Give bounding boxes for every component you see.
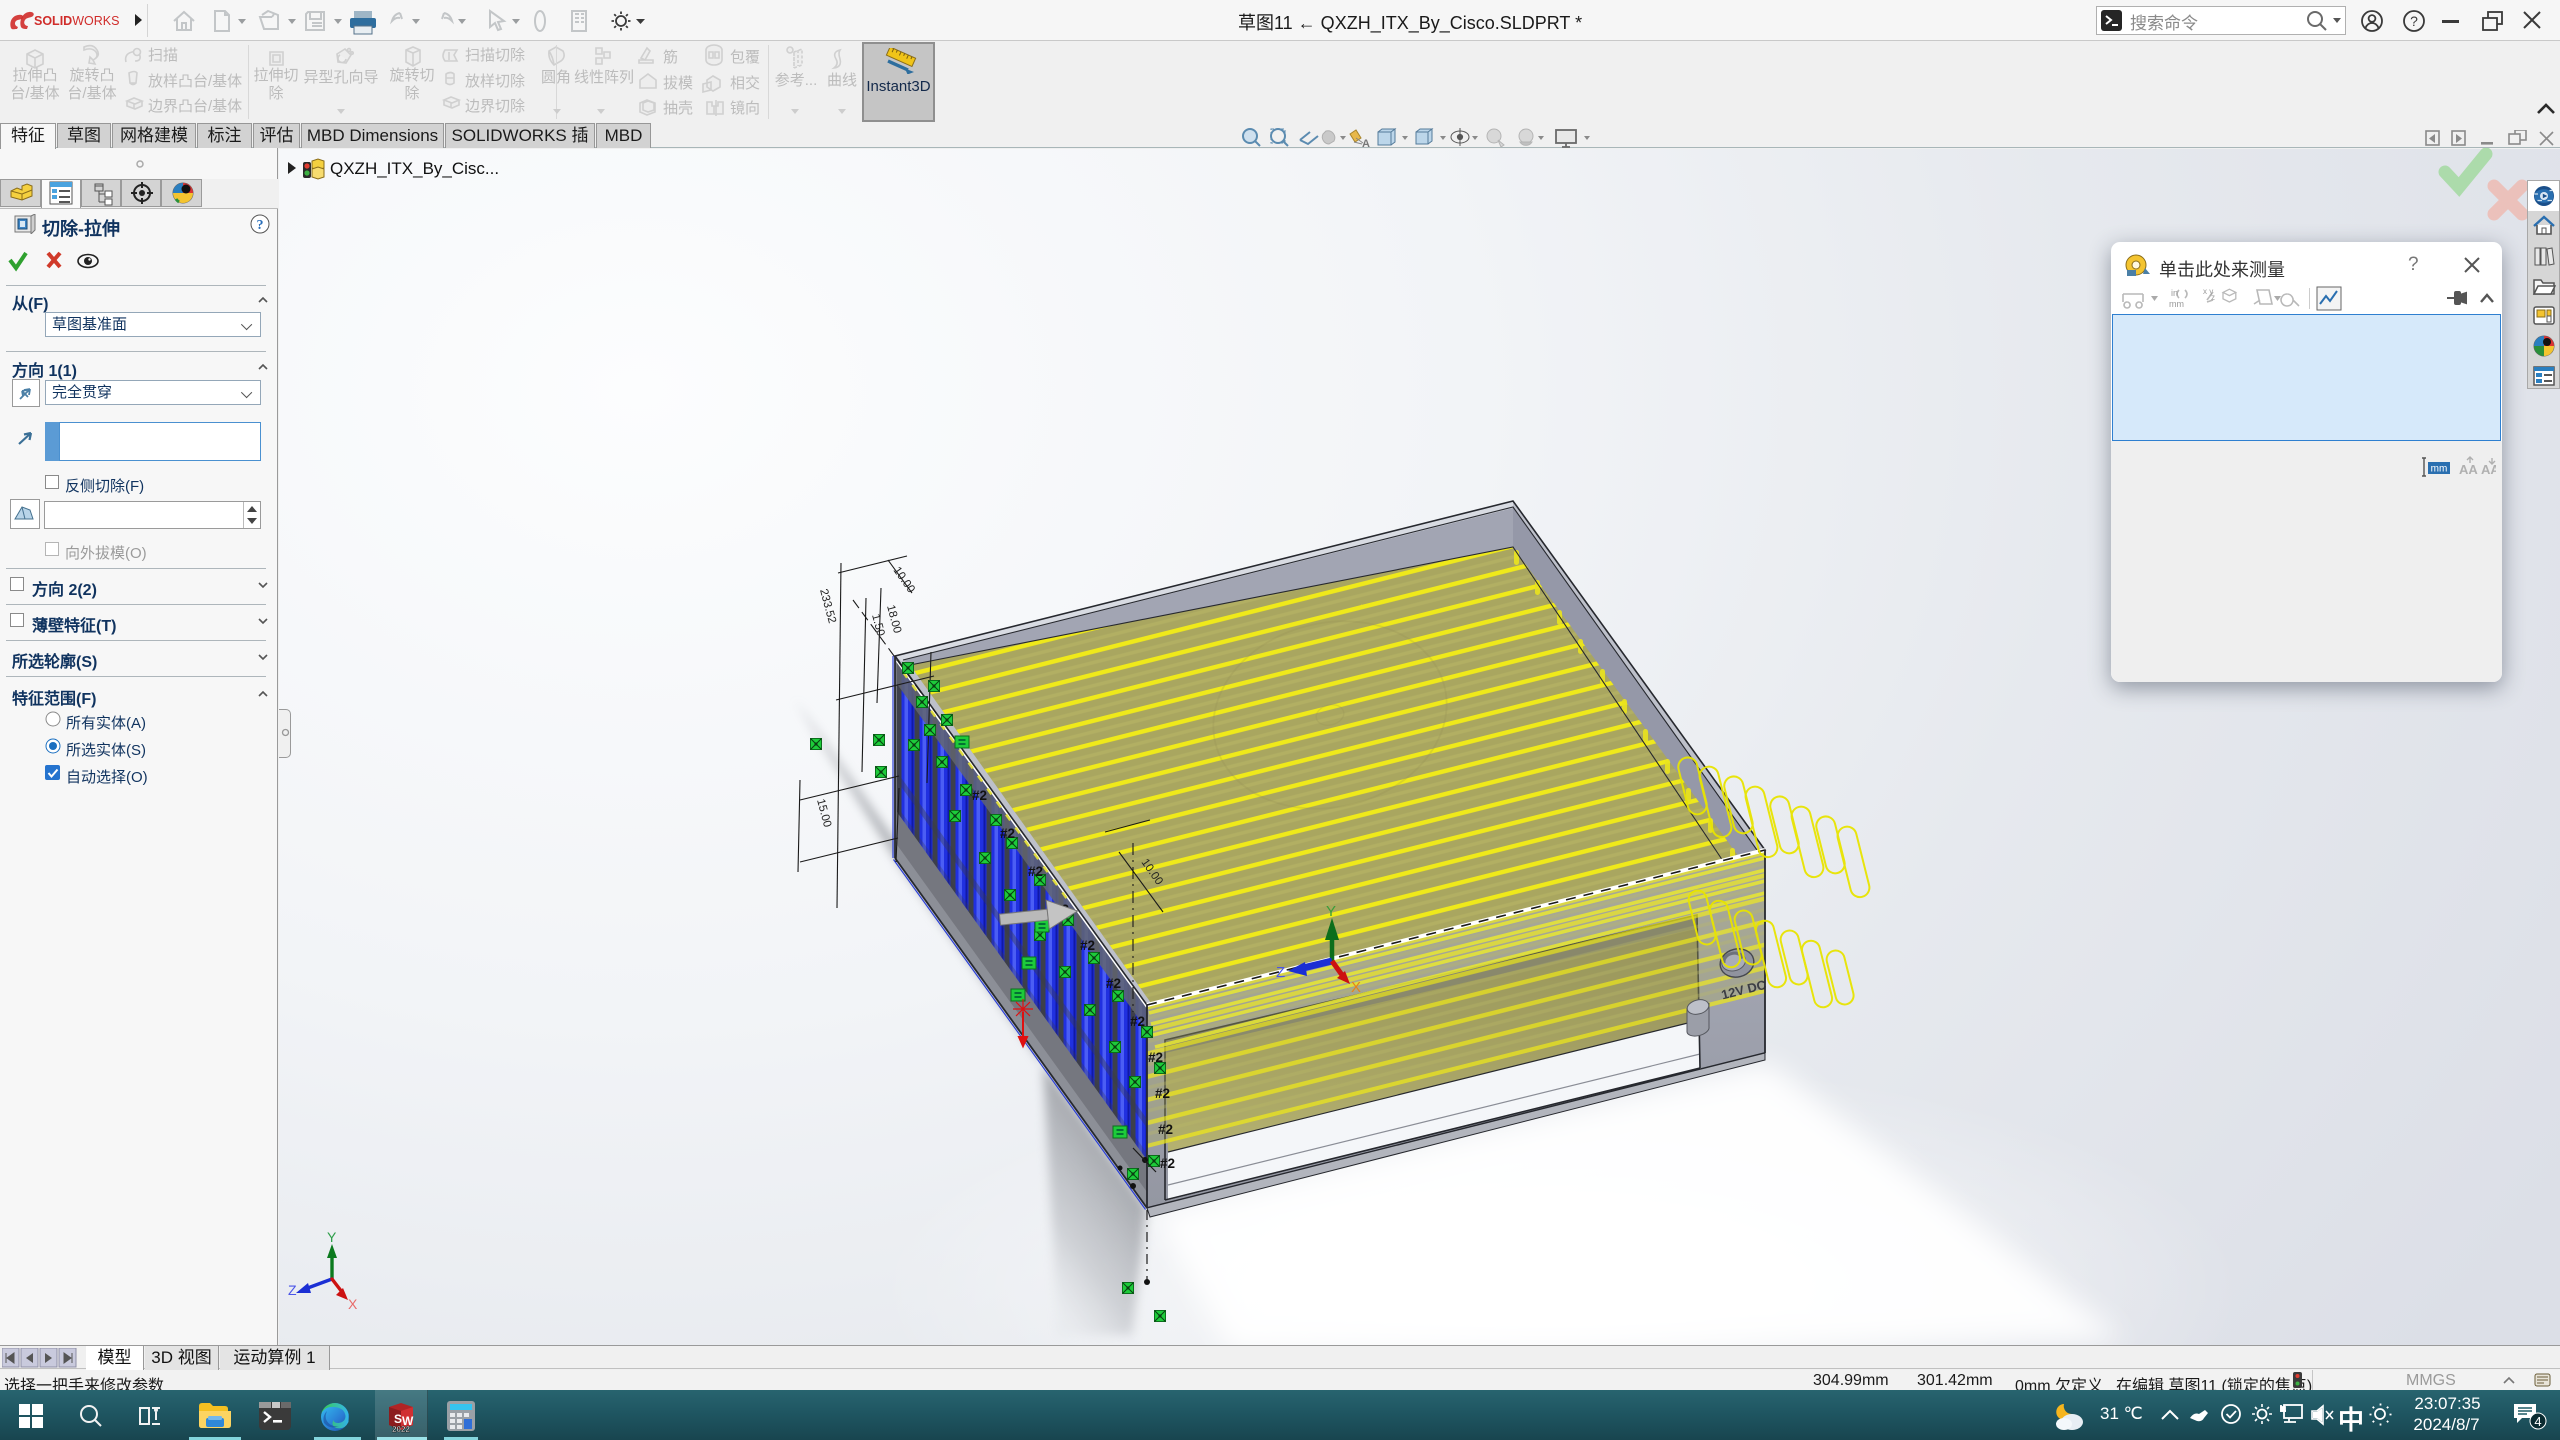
svg-text:Y: Y (1326, 903, 1336, 920)
svg-text:1.50: 1.50 (869, 613, 886, 638)
svg-text:#2: #2 (1106, 976, 1121, 991)
svg-text:Z: Z (1276, 964, 1285, 981)
svg-text:#2: #2 (972, 788, 987, 803)
svg-text:QXZH_ITX_By_Cisc...: QXZH_ITX_By_Cisc... (330, 159, 499, 178)
svg-text:#2: #2 (1158, 1122, 1173, 1137)
svg-text:#2: #2 (1160, 1156, 1175, 1171)
svg-text:z: z (2211, 293, 2215, 302)
svg-text:Y: Y (327, 1229, 337, 1245)
svg-text:#2: #2 (1155, 1086, 1170, 1101)
svg-text:#2: #2 (1080, 938, 1095, 953)
svg-text:#2: #2 (1028, 864, 1043, 879)
svg-text:18.00: 18.00 (884, 604, 903, 635)
svg-text:mm: mm (2431, 464, 2448, 475)
svg-text:233.52: 233.52 (817, 588, 838, 625)
svg-text:10.00: 10.00 (891, 565, 917, 595)
svg-text:15.00: 15.00 (814, 798, 833, 829)
svg-text:#2: #2 (1130, 1014, 1145, 1029)
svg-text:A: A (1362, 138, 1370, 150)
svg-text:X: X (1351, 979, 1361, 996)
svg-text:AA: AA (2459, 462, 2478, 477)
svg-text:in: in (2171, 288, 2178, 298)
svg-text:#2: #2 (1000, 826, 1015, 841)
svg-text:mm: mm (2169, 299, 2184, 309)
svg-text:X: X (348, 1296, 358, 1312)
svg-text:AA: AA (2481, 462, 2496, 477)
svg-text:#2: #2 (1148, 1050, 1163, 1065)
svg-text:Z: Z (288, 1282, 297, 1298)
